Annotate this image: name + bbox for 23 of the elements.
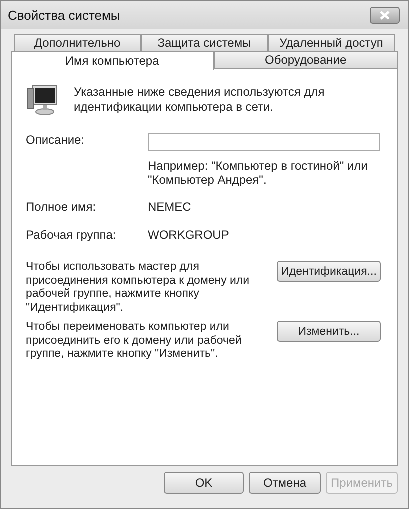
info-label: Полное имя: (26, 199, 98, 215)
instruction-text: Чтобы использовать мастер для присоединения компьютера к домену или рабочей группе, нажмите кнопку "Идентификация". (26, 261, 251, 315)
window-title: Свойства системы (8, 8, 120, 22)
action-button[interactable]: Идентификация... (277, 261, 381, 282)
close-icon (380, 10, 390, 20)
dialog-button[interactable]: Отмена (249, 472, 321, 494)
tab[interactable]: Дополнительно (14, 34, 141, 51)
tab[interactable]: Защита системы (141, 34, 268, 51)
close-button[interactable] (370, 6, 400, 24)
field-label: Описание: (26, 133, 86, 149)
intro-text: Указанные ниже сведения используются для идентификации компьютера в сети. (74, 85, 326, 115)
hint-text: Например: "Компьютер в гостиной" или "Компьютер Андрея". (148, 159, 369, 187)
tab[interactable]: Оборудование (214, 51, 398, 68)
computer-icon (26, 83, 60, 117)
tab[interactable]: Удаленный доступ (268, 34, 395, 51)
action-button[interactable]: Изменить... (277, 321, 381, 342)
dialog-button[interactable]: OK (164, 472, 244, 494)
instruction-text: Чтобы переименовать компьютер или присоединить его к домену или рабочей группе, нажмите кнопку "Изменить". (26, 321, 243, 362)
tab[interactable]: Имя компьютера (11, 51, 214, 70)
info-value: NEMEC (148, 199, 192, 215)
description-field[interactable] (148, 133, 380, 151)
info-value: WORKGROUP (148, 227, 230, 243)
info-label: Рабочая группа: (26, 227, 118, 243)
